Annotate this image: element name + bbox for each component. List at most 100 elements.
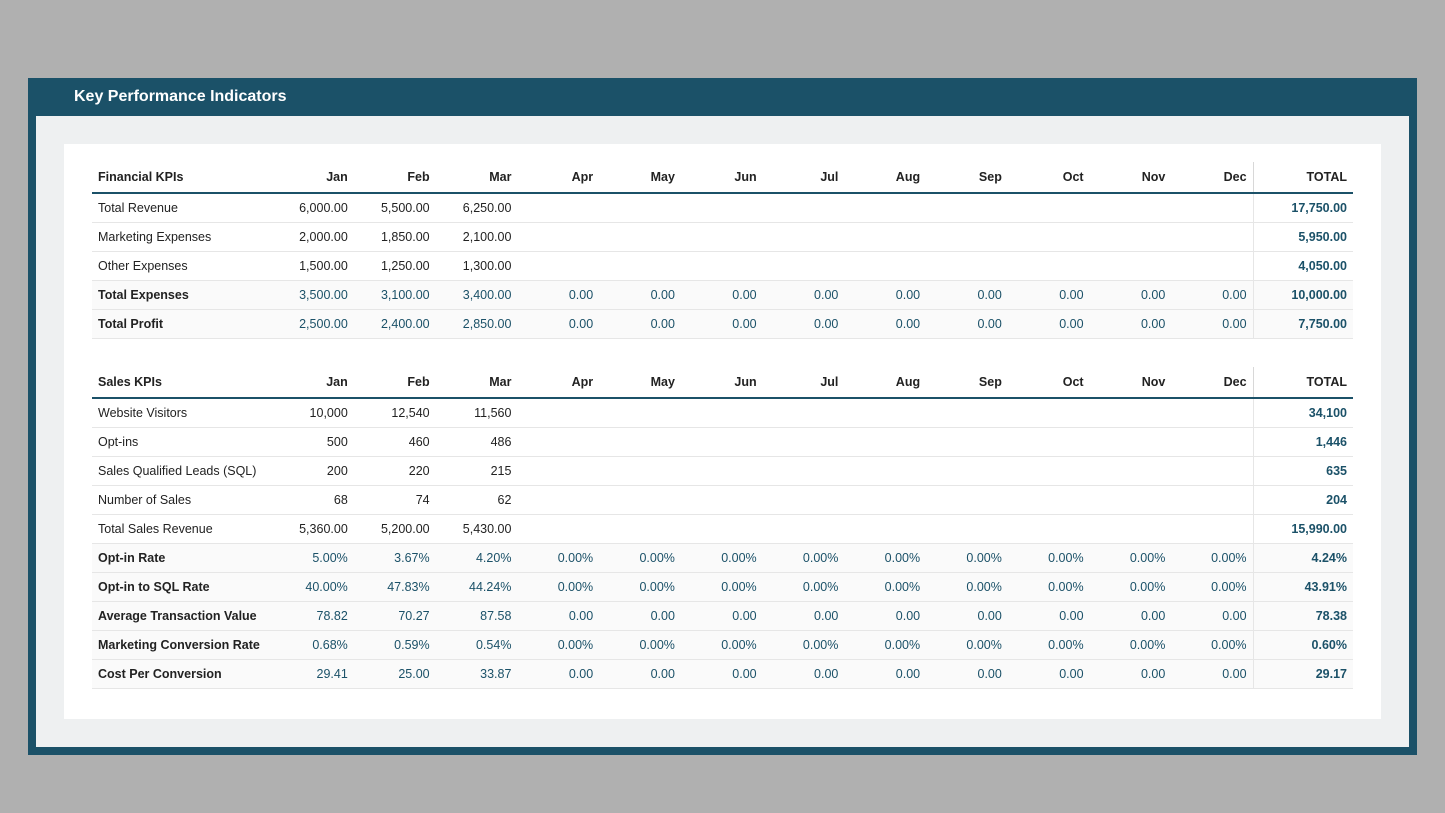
cell bbox=[599, 456, 681, 485]
cell: 0.00% bbox=[1171, 572, 1253, 601]
cell bbox=[1008, 193, 1090, 223]
col-jan: Jan bbox=[272, 162, 354, 193]
table-row: Marketing Expenses2,000.001,850.002,100.… bbox=[92, 223, 1353, 252]
cell: 0.00 bbox=[844, 310, 926, 339]
cell bbox=[1008, 514, 1090, 543]
col-header: Jul bbox=[763, 367, 845, 398]
cell bbox=[1090, 485, 1172, 514]
cell: 0.00 bbox=[1008, 281, 1090, 310]
cell: 2,850.00 bbox=[436, 310, 518, 339]
cell: 2,400.00 bbox=[354, 310, 436, 339]
cell: 0.00 bbox=[1090, 310, 1172, 339]
table-body: Total Revenue6,000.005,500.006,250.0017,… bbox=[92, 193, 1353, 688]
table-row: Total Sales Revenue5,360.005,200.005,430… bbox=[92, 514, 1353, 543]
table-row: Total Profit2,500.002,400.002,850.000.00… bbox=[92, 310, 1353, 339]
cell bbox=[681, 427, 763, 456]
cell: 0.00 bbox=[1008, 601, 1090, 630]
col-header: Mar bbox=[436, 367, 518, 398]
cell: 0.00 bbox=[517, 281, 599, 310]
col-aug: Aug bbox=[844, 162, 926, 193]
table-row: Average Transaction Value78.8270.2787.58… bbox=[92, 601, 1353, 630]
cell: 62 bbox=[436, 485, 518, 514]
cell: 0.59% bbox=[354, 630, 436, 659]
cell bbox=[844, 427, 926, 456]
cell: 0.00 bbox=[599, 310, 681, 339]
cell: 0.00 bbox=[926, 659, 1008, 688]
cell bbox=[844, 514, 926, 543]
cell: 0.00% bbox=[517, 630, 599, 659]
cell: 0.00% bbox=[681, 543, 763, 572]
cell: 5,430.00 bbox=[436, 514, 518, 543]
cell bbox=[926, 193, 1008, 223]
cell: 12,540 bbox=[354, 398, 436, 428]
cell: 47.83% bbox=[354, 572, 436, 601]
cell: 0.00% bbox=[1171, 630, 1253, 659]
cell: 0.00 bbox=[926, 281, 1008, 310]
table-row: Opt-ins5004604861,446 bbox=[92, 427, 1353, 456]
cell bbox=[681, 485, 763, 514]
cell: 0.00 bbox=[763, 310, 845, 339]
section-header-financial: Financial KPIs bbox=[92, 162, 272, 193]
cell bbox=[599, 485, 681, 514]
cell: 2,000.00 bbox=[272, 223, 354, 252]
panel-title: Key Performance Indicators bbox=[28, 78, 1417, 116]
cell bbox=[681, 398, 763, 428]
col-nov: Nov bbox=[1090, 162, 1172, 193]
cell: 11,560 bbox=[436, 398, 518, 428]
col-total: TOTAL bbox=[1253, 367, 1353, 398]
cell: 0.00% bbox=[763, 630, 845, 659]
cell: 0.00 bbox=[1171, 659, 1253, 688]
cell bbox=[1090, 456, 1172, 485]
col-oct: Oct bbox=[1008, 162, 1090, 193]
cell: 0.00 bbox=[599, 659, 681, 688]
cell bbox=[926, 223, 1008, 252]
col-header: Jan bbox=[272, 367, 354, 398]
cell: 0.00 bbox=[1171, 310, 1253, 339]
cell bbox=[681, 514, 763, 543]
cell: 460 bbox=[354, 427, 436, 456]
cell bbox=[599, 398, 681, 428]
cell: 0.00% bbox=[844, 543, 926, 572]
cell: 29.41 bbox=[272, 659, 354, 688]
cell: 0.00 bbox=[1008, 310, 1090, 339]
row-total: 43.91% bbox=[1253, 572, 1353, 601]
cell: 0.00 bbox=[926, 601, 1008, 630]
cell: 1,300.00 bbox=[436, 252, 518, 281]
cell bbox=[599, 514, 681, 543]
col-sep: Sep bbox=[926, 162, 1008, 193]
col-header: Sep bbox=[926, 367, 1008, 398]
row-label: Cost Per Conversion bbox=[92, 659, 272, 688]
cell: 0.00 bbox=[1090, 659, 1172, 688]
cell bbox=[681, 223, 763, 252]
cell bbox=[1090, 223, 1172, 252]
cell bbox=[599, 427, 681, 456]
cell bbox=[763, 193, 845, 223]
cell: 0.00% bbox=[1008, 630, 1090, 659]
cell: 0.00 bbox=[599, 281, 681, 310]
cell: 1,500.00 bbox=[272, 252, 354, 281]
row-total: 34,100 bbox=[1253, 398, 1353, 428]
cell: 0.68% bbox=[272, 630, 354, 659]
col-jul: Jul bbox=[763, 162, 845, 193]
cell: 0.00% bbox=[926, 630, 1008, 659]
kpi-panel: Key Performance Indicators Financial KPI… bbox=[28, 78, 1417, 755]
col-header: May bbox=[599, 367, 681, 398]
cell: 220 bbox=[354, 456, 436, 485]
cell: 3.67% bbox=[354, 543, 436, 572]
cell: 5,200.00 bbox=[354, 514, 436, 543]
cell: 0.00 bbox=[844, 281, 926, 310]
cell: 40.00% bbox=[272, 572, 354, 601]
cell bbox=[681, 456, 763, 485]
cell: 3,100.00 bbox=[354, 281, 436, 310]
cell: 6,000.00 bbox=[272, 193, 354, 223]
row-total: 78.38 bbox=[1253, 601, 1353, 630]
row-label: Marketing Conversion Rate bbox=[92, 630, 272, 659]
cell: 0.00 bbox=[926, 310, 1008, 339]
cell bbox=[763, 398, 845, 428]
cell bbox=[763, 456, 845, 485]
row-label: Total Sales Revenue bbox=[92, 514, 272, 543]
cell: 0.00 bbox=[763, 659, 845, 688]
table-row: Opt-in to SQL Rate40.00%47.83%44.24%0.00… bbox=[92, 572, 1353, 601]
cell bbox=[844, 223, 926, 252]
cell bbox=[517, 193, 599, 223]
